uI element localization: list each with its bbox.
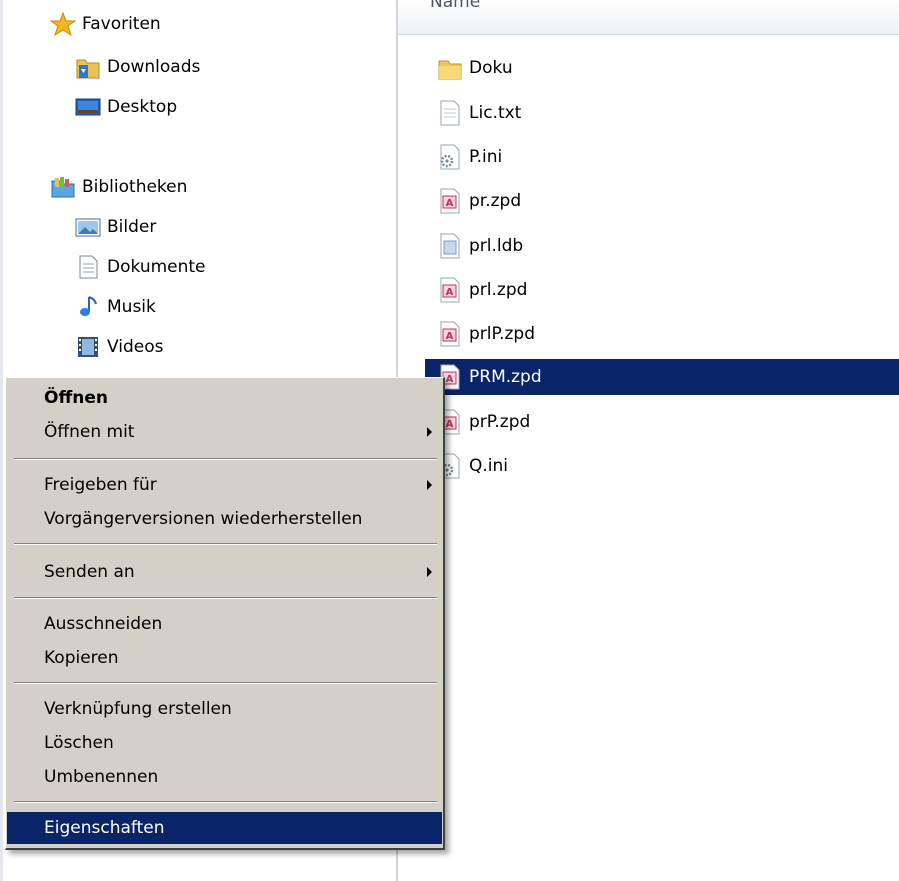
nav-item-music[interactable]: Musik — [75, 292, 156, 322]
menu-item-label: Senden an — [44, 562, 135, 582]
menu-item-create-shortcut[interactable]: Verknüpfung erstellen — [7, 693, 442, 725]
nav-item-label: Videos — [107, 337, 164, 357]
star-icon — [50, 11, 76, 37]
libraries-icon — [51, 177, 75, 198]
menu-item-label: Vorgängerversionen wiederherstellen — [44, 509, 363, 529]
list-item[interactable]: A prlP.zpd — [425, 316, 535, 352]
menu-item-share-with[interactable]: Freigeben für — [7, 469, 442, 501]
documents-icon — [79, 255, 98, 279]
menu-item-label: Kopieren — [44, 648, 119, 668]
file-name: PRM.zpd — [469, 367, 542, 387]
videos-icon — [78, 337, 98, 357]
ldb-file-icon — [440, 233, 460, 259]
menu-item-label: Löschen — [44, 733, 114, 753]
menu-item-label: Eigenschaften — [44, 818, 165, 838]
desktop-icon — [75, 98, 101, 116]
text-file-icon — [440, 100, 460, 126]
file-name: prl.ldb — [469, 236, 524, 256]
column-header-label: Name — [430, 0, 481, 12]
file-name: Lic.txt — [469, 103, 522, 123]
file-name: pr.zpd — [469, 191, 522, 211]
list-item[interactable]: prl.ldb — [425, 228, 523, 264]
menu-item-open[interactable]: Öffnen — [7, 382, 442, 414]
svg-text:A: A — [446, 331, 454, 342]
nav-item-label: Downloads — [107, 57, 201, 77]
downloads-folder-icon — [76, 59, 100, 79]
list-item[interactable]: A prl.zpd — [425, 272, 527, 308]
file-name: P.ini — [469, 147, 503, 167]
nav-item-label: Musik — [107, 297, 156, 317]
nav-left-edge — [0, 0, 3, 881]
menu-separator — [14, 801, 437, 803]
submenu-arrow-icon — [427, 427, 432, 437]
settings-file-icon — [440, 144, 460, 170]
nav-item-favorites[interactable]: Favoriten — [50, 9, 161, 39]
file-name: Q.ini — [469, 456, 509, 476]
nav-item-libraries[interactable]: Bibliotheken — [50, 172, 187, 202]
nav-item-label: Bibliotheken — [82, 177, 188, 197]
menu-separator — [14, 597, 437, 599]
menu-item-cut[interactable]: Ausschneiden — [7, 608, 442, 640]
menu-item-open-with[interactable]: Öffnen mit — [7, 416, 442, 448]
menu-separator — [14, 543, 437, 545]
nav-item-label: Dokumente — [107, 257, 206, 277]
file-name: prP.zpd — [469, 412, 531, 432]
zpd-file-icon: A — [440, 188, 460, 214]
zpd-file-icon: A — [440, 277, 460, 303]
menu-item-properties[interactable]: Eigenschaften — [7, 812, 442, 844]
submenu-arrow-icon — [427, 567, 432, 577]
context-menu: Öffnen Öffnen mit Freigeben für Vorgänge… — [5, 377, 445, 850]
menu-separator — [14, 682, 437, 684]
nav-item-documents[interactable]: Dokumente — [75, 252, 206, 282]
svg-text:A: A — [446, 287, 454, 298]
menu-item-copy[interactable]: Kopieren — [7, 642, 442, 674]
nav-item-pictures[interactable]: Bilder — [75, 212, 156, 242]
menu-item-restore-previous-versions[interactable]: Vorgängerversionen wiederherstellen — [7, 503, 442, 535]
menu-separator — [14, 458, 437, 460]
svg-text:A: A — [446, 198, 454, 209]
menu-item-label: Freigeben für — [44, 475, 157, 495]
menu-item-rename[interactable]: Umbenennen — [7, 761, 442, 793]
svg-text:A: A — [446, 419, 454, 430]
nav-item-videos[interactable]: Videos — [75, 332, 164, 362]
file-name: prlP.zpd — [469, 324, 536, 344]
pictures-icon — [75, 218, 101, 237]
list-item-selected[interactable]: A PRM.zpd — [425, 359, 899, 395]
name-column-header[interactable]: Name — [398, 0, 899, 35]
nav-item-downloads[interactable]: Downloads — [75, 52, 200, 82]
list-item[interactable]: A pr.zpd — [425, 183, 521, 219]
list-item[interactable]: Lic.txt — [425, 95, 521, 131]
music-note-icon — [80, 296, 97, 316]
nav-item-desktop[interactable]: Desktop — [75, 92, 177, 122]
folder-icon — [438, 60, 462, 80]
nav-item-label: Bilder — [107, 217, 157, 237]
menu-item-label: Öffnen mit — [44, 422, 135, 442]
file-name: Doku — [469, 58, 513, 78]
menu-item-send-to[interactable]: Senden an — [7, 556, 442, 588]
menu-item-label: Verknüpfung erstellen — [44, 699, 232, 719]
menu-item-delete[interactable]: Löschen — [7, 727, 442, 759]
list-item[interactable]: Doku — [425, 50, 513, 86]
menu-item-label: Öffnen — [44, 388, 108, 408]
menu-item-label: Ausschneiden — [44, 614, 163, 634]
menu-item-label: Umbenennen — [44, 767, 159, 787]
svg-text:A: A — [446, 374, 454, 385]
zpd-file-icon: A — [440, 321, 460, 347]
list-item[interactable]: P.ini — [425, 139, 502, 175]
file-name: prl.zpd — [469, 280, 528, 300]
submenu-arrow-icon — [427, 480, 432, 490]
nav-item-label: Desktop — [107, 97, 178, 117]
nav-item-label: Favoriten — [82, 14, 161, 34]
